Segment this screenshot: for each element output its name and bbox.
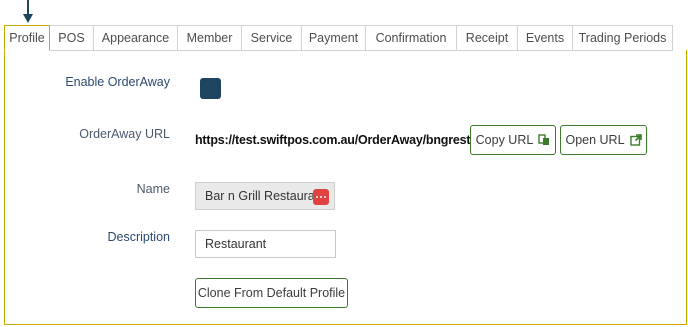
- tab-member[interactable]: Member: [178, 25, 242, 51]
- tab-payment[interactable]: Payment: [302, 25, 366, 51]
- copy-url-button[interactable]: Copy URL: [470, 125, 556, 155]
- clone-button-label: Clone From Default Profile: [197, 286, 346, 300]
- open-url-button[interactable]: Open URL: [560, 125, 647, 155]
- tab-profile[interactable]: Profile: [4, 25, 50, 51]
- name-field[interactable]: Bar n Grill Restaurant: [195, 182, 335, 210]
- copy-url-label: Copy URL: [475, 133, 534, 147]
- copy-icon: [538, 134, 550, 145]
- orderaway-url-value: https://test.swiftpos.com.au/OrderAway/b…: [195, 133, 508, 147]
- tab-confirmation[interactable]: Confirmation: [366, 25, 457, 51]
- description-input[interactable]: [195, 230, 336, 258]
- tab-pos[interactable]: POS: [50, 25, 94, 51]
- clone-from-default-profile-button[interactable]: Clone From Default Profile: [195, 278, 348, 308]
- tab-bar: Profile POS Appearance Member Service Pa…: [4, 25, 688, 51]
- tab-appearance[interactable]: Appearance: [94, 25, 178, 51]
- pointer-arrow-icon: [23, 0, 33, 23]
- name-label: Name: [136, 182, 170, 196]
- enable-orderaway-checkbox[interactable]: [200, 78, 221, 99]
- tab-events[interactable]: Events: [518, 25, 573, 51]
- more-dots-icon[interactable]: [313, 189, 329, 205]
- orderaway-url-label: OrderAway URL: [79, 127, 170, 141]
- external-link-icon: [629, 134, 642, 146]
- tab-trading-periods[interactable]: Trading Periods: [573, 25, 673, 51]
- enable-orderaway-label: Enable OrderAway: [65, 75, 170, 89]
- open-url-label: Open URL: [565, 133, 625, 147]
- tab-receipt[interactable]: Receipt: [457, 25, 518, 51]
- name-value: Bar n Grill Restaurant: [205, 189, 326, 203]
- description-label: Description: [107, 230, 170, 244]
- tab-service[interactable]: Service: [242, 25, 302, 51]
